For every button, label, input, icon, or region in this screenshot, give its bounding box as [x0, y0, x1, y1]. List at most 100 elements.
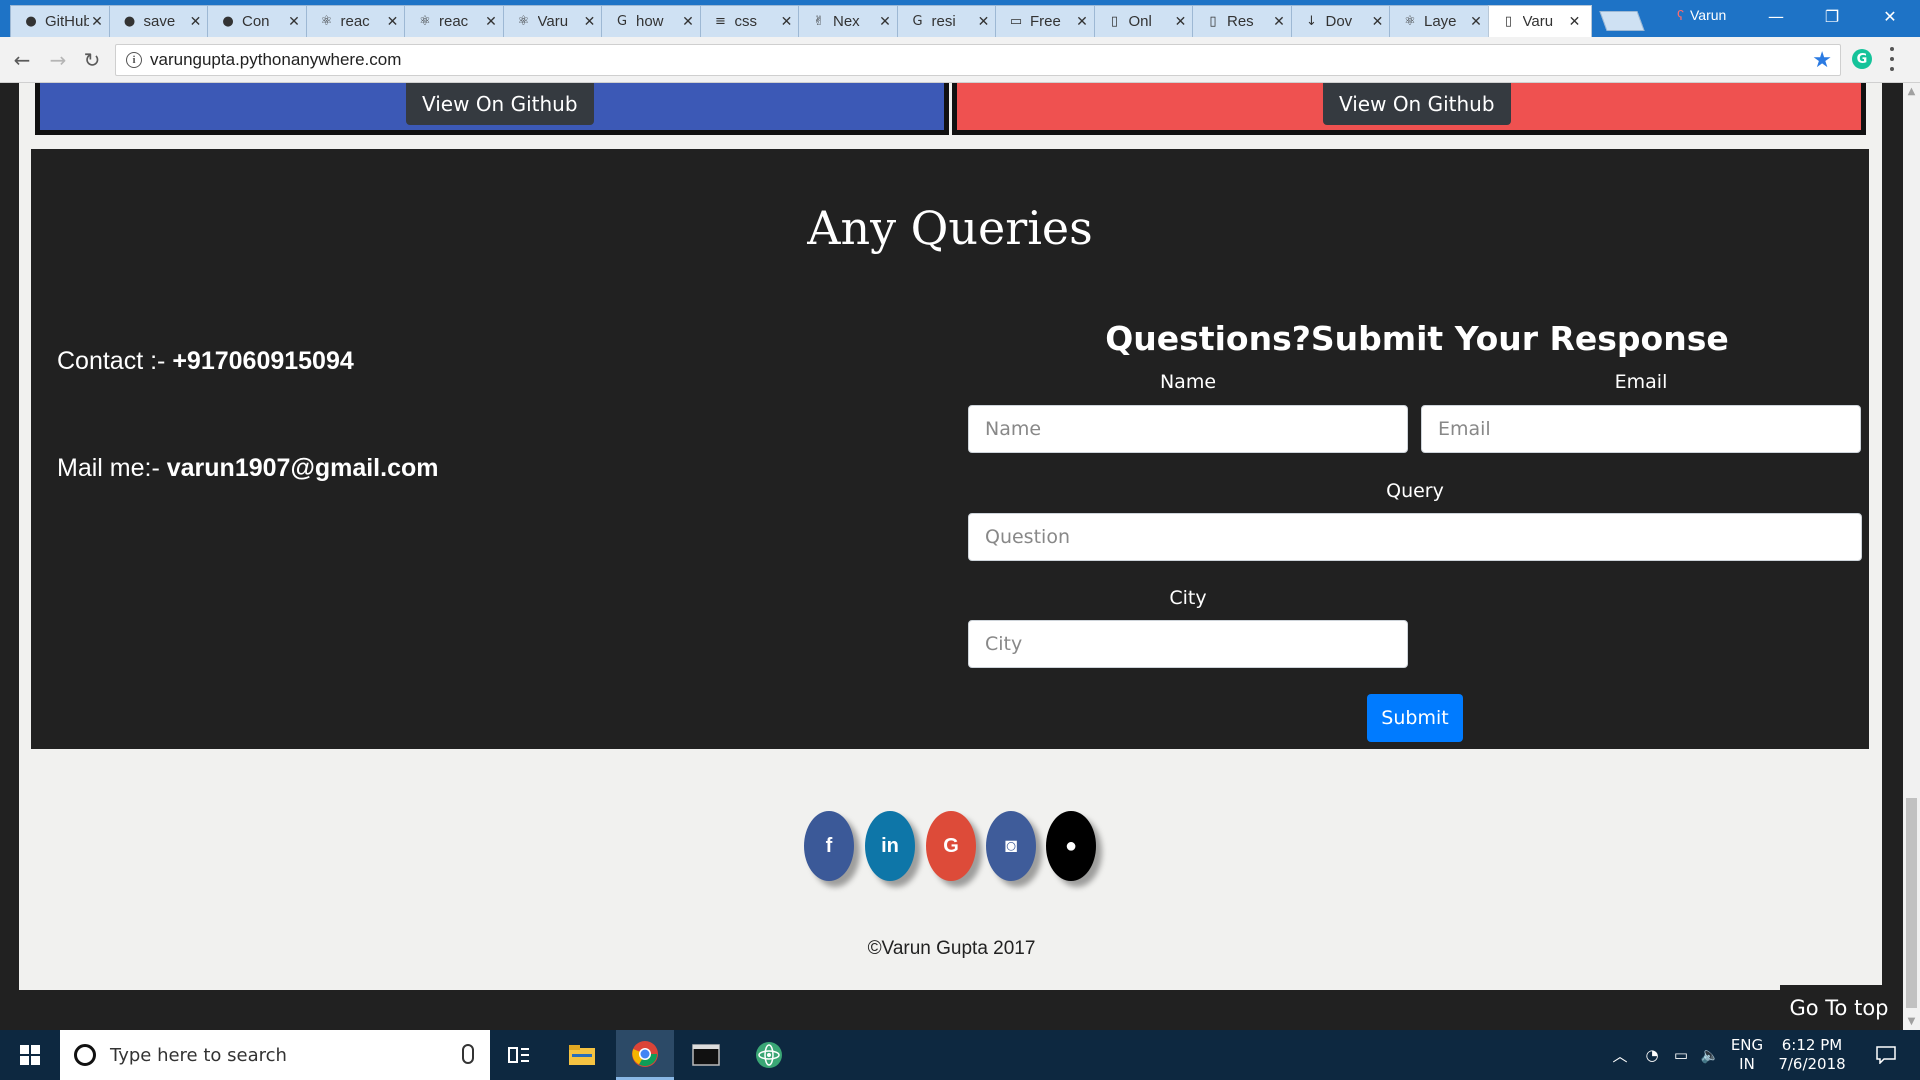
language-indicator[interactable]: ENG IN	[1726, 1030, 1768, 1080]
react-icon: ⚛	[517, 14, 530, 29]
copyright-text: ©Varun Gupta 2017	[867, 938, 1036, 959]
google-icon: G	[912, 14, 923, 29]
close-tab-icon[interactable]: ✕	[680, 14, 696, 30]
github-icon[interactable]: ●	[1046, 811, 1096, 881]
close-window-button[interactable]: ✕	[1862, 0, 1918, 32]
browser-toolbar: ← → ↻ i varungupta.pythonanywhere.com ★ …	[0, 37, 1920, 83]
browser-tab[interactable]: ⚛ reac ✕	[404, 5, 508, 37]
browser-tab[interactable]: ⚛ Varu ✕	[502, 5, 607, 37]
info-icon[interactable]: i	[126, 52, 142, 68]
browser-menu-icon[interactable]	[1888, 47, 1896, 71]
scroll-down-icon[interactable]: ▼	[1903, 1013, 1920, 1030]
tab-title: Dov	[1325, 13, 1353, 30]
tab-title: Con	[242, 13, 270, 30]
close-tab-icon[interactable]: ✕	[385, 14, 401, 30]
close-tab-icon[interactable]: ✕	[286, 14, 302, 30]
lang-top: ENG	[1730, 1036, 1764, 1054]
close-tab-icon[interactable]: ✕	[1271, 14, 1287, 30]
browser-tab[interactable]: ≡ css ✕	[699, 5, 804, 37]
close-tab-icon[interactable]: ✕	[1074, 14, 1090, 30]
browser-tab[interactable]: ● GitHub ✕	[10, 5, 114, 37]
profile-name: Varun	[1690, 7, 1727, 23]
close-tab-icon[interactable]: ✕	[188, 14, 204, 30]
battery-icon[interactable]: ▭	[1667, 1030, 1695, 1080]
tab-title: Nex	[833, 13, 860, 30]
page-scrollbar[interactable]: ▲ ▼	[1903, 83, 1920, 1030]
task-view-icon[interactable]	[490, 1030, 548, 1080]
browser-tab[interactable]: ▯ Onl ✕	[1093, 5, 1198, 37]
close-tab-icon[interactable]: ✕	[779, 14, 795, 30]
submit-button[interactable]: Submit	[1367, 694, 1463, 742]
file-explorer-icon[interactable]	[553, 1030, 611, 1080]
taskbar-search[interactable]: Type here to search	[60, 1030, 490, 1080]
atom-taskbar-icon[interactable]	[740, 1030, 798, 1080]
tab-title: Laye	[1424, 13, 1457, 30]
browser-tab[interactable]: ↓ Dov ✕	[1290, 5, 1395, 37]
notifications-icon[interactable]	[1862, 1030, 1910, 1080]
close-tab-icon[interactable]: ✕	[1173, 14, 1189, 30]
bookmark-star-icon[interactable]: ★	[1812, 48, 1832, 73]
google-icon: G	[616, 14, 628, 29]
profile-button[interactable]: ʕ Varun	[1677, 7, 1726, 23]
view-on-github-button[interactable]: View On Github	[406, 83, 594, 125]
tab-title: Free	[1030, 13, 1061, 30]
close-tab-icon[interactable]: ✕	[582, 14, 598, 30]
forward-icon[interactable]: →	[46, 48, 70, 72]
wifi-icon[interactable]: ◔	[1637, 1030, 1667, 1080]
reload-icon[interactable]: ↻	[80, 48, 104, 72]
close-tab-icon[interactable]: ✕	[1370, 14, 1386, 30]
browser-tab[interactable]: ▯ Res ✕	[1192, 5, 1296, 37]
minimize-button[interactable]: —	[1748, 0, 1804, 32]
tab-title: Varu	[537, 13, 569, 30]
doc-icon: ▯	[1504, 14, 1513, 29]
download-icon: ↓	[1306, 14, 1317, 29]
instagram-icon[interactable]: ◙	[986, 811, 1036, 881]
go-to-top-button[interactable]: Go To top	[1780, 985, 1898, 1030]
url-text[interactable]: varungupta.pythonanywhere.com	[150, 50, 401, 70]
facebook-icon[interactable]: f	[804, 811, 854, 881]
google-icon[interactable]: G	[926, 811, 976, 881]
show-hidden-icons-chevron[interactable]: ︿	[1605, 1030, 1635, 1080]
email-input[interactable]: Email	[1421, 405, 1861, 453]
browser-tab[interactable]: ✌ Nex ✕	[798, 5, 902, 37]
microphone-icon[interactable]	[462, 1044, 474, 1064]
address-bar[interactable]: i varungupta.pythonanywhere.com ★	[115, 44, 1841, 76]
cortana-icon	[74, 1044, 96, 1066]
terminal-taskbar-icon[interactable]	[677, 1030, 735, 1080]
clock-date: 7/6/2018	[1778, 1055, 1846, 1073]
chrome-taskbar-icon[interactable]	[616, 1030, 674, 1080]
city-input[interactable]: City	[968, 620, 1408, 668]
close-tab-icon[interactable]: ✕	[1468, 14, 1484, 30]
browser-tab[interactable]: Gresi ✕	[896, 5, 1001, 37]
view-on-github-button[interactable]: View On Github	[1323, 83, 1511, 125]
start-button[interactable]	[0, 1030, 60, 1080]
browser-tab[interactable]: ▭ Free ✕	[995, 5, 1099, 37]
tab-title: Onl	[1128, 13, 1152, 30]
back-icon[interactable]: ←	[10, 48, 34, 72]
browser-tab[interactable]: ● Con ✕	[207, 5, 311, 37]
question-input[interactable]: Question	[968, 513, 1862, 561]
contact-label: Contact :-	[57, 347, 166, 375]
browser-tab[interactable]: ● save ✕	[108, 5, 213, 37]
grammarly-extension-icon[interactable]: G	[1852, 49, 1872, 69]
browser-tab[interactable]: ▯ Varu ✕	[1487, 5, 1592, 37]
section-title: Any Queries	[807, 201, 1093, 255]
scroll-thumb[interactable]	[1906, 798, 1917, 1008]
close-tab-icon[interactable]: ✕	[1567, 14, 1583, 30]
close-tab-icon[interactable]: ✕	[877, 14, 893, 30]
maximize-button[interactable]: ❐	[1804, 0, 1860, 32]
linkedin-icon[interactable]: in	[865, 811, 915, 881]
browser-tab[interactable]: ⚛ reac ✕	[305, 5, 410, 37]
search-placeholder: Type here to search	[110, 1044, 287, 1066]
new-tab-button[interactable]	[1599, 11, 1645, 31]
browser-tab[interactable]: Ghow ✕	[601, 5, 705, 37]
scroll-up-icon[interactable]: ▲	[1903, 83, 1920, 100]
browser-tab[interactable]: ⚛ Laye ✕	[1389, 5, 1493, 37]
react-icon: ⚛	[1404, 14, 1416, 29]
close-tab-icon[interactable]: ✕	[976, 14, 992, 30]
name-input[interactable]: Name	[968, 405, 1408, 453]
clock[interactable]: 6:12 PM 7/6/2018	[1770, 1030, 1854, 1080]
close-tab-icon[interactable]: ✕	[483, 14, 499, 30]
close-tab-icon[interactable]: ✕	[89, 14, 105, 30]
volume-icon[interactable]: 🔈	[1695, 1030, 1725, 1080]
